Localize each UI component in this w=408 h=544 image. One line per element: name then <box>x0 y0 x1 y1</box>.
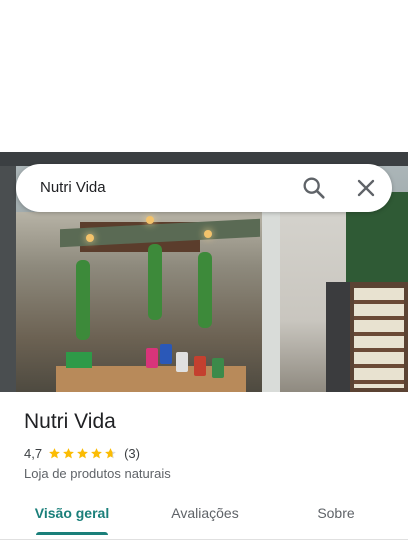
rating-row[interactable]: 4,7 (3) <box>24 444 140 462</box>
rating-value: 4,7 <box>24 445 43 461</box>
place-category[interactable]: Loja de produtos naturais <box>24 465 171 483</box>
star-icon <box>91 447 102 458</box>
window-pillar <box>0 166 16 392</box>
tab-overview[interactable]: Visão geral <box>34 504 110 522</box>
tab-about[interactable]: Sobre <box>308 504 364 522</box>
star-icon <box>63 447 74 458</box>
star-rating <box>48 447 118 460</box>
hanging-plant <box>76 260 90 340</box>
star-icon <box>105 447 116 458</box>
review-count[interactable]: (3) <box>124 446 140 461</box>
hanging-lamp <box>86 234 94 242</box>
product-box <box>66 352 92 368</box>
hanging-plant <box>148 244 162 320</box>
hanging-plant <box>198 252 212 328</box>
place-title: Nutri Vida <box>24 410 116 433</box>
hanging-lamp <box>146 216 154 224</box>
search-icon[interactable] <box>300 174 328 202</box>
product-jar <box>212 358 224 378</box>
blank-area <box>0 0 408 152</box>
close-icon[interactable] <box>352 174 380 202</box>
product-jar <box>146 348 158 368</box>
star-icon <box>49 447 60 458</box>
active-tab-indicator <box>36 532 108 535</box>
product-jar <box>160 344 172 364</box>
product-jar <box>194 356 206 376</box>
tabs-divider <box>0 539 408 540</box>
shelf-products <box>354 288 404 388</box>
interior-door <box>326 282 350 392</box>
search-input[interactable]: Nutri Vida <box>40 178 106 198</box>
search-bar[interactable]: Nutri Vida <box>16 164 392 212</box>
hanging-lamp <box>204 230 212 238</box>
place-tabs: Visão geral Avaliações Sobre <box>0 496 408 536</box>
star-icon <box>77 447 88 458</box>
product-jar <box>176 352 188 372</box>
tab-reviews[interactable]: Avaliações <box>160 504 250 522</box>
